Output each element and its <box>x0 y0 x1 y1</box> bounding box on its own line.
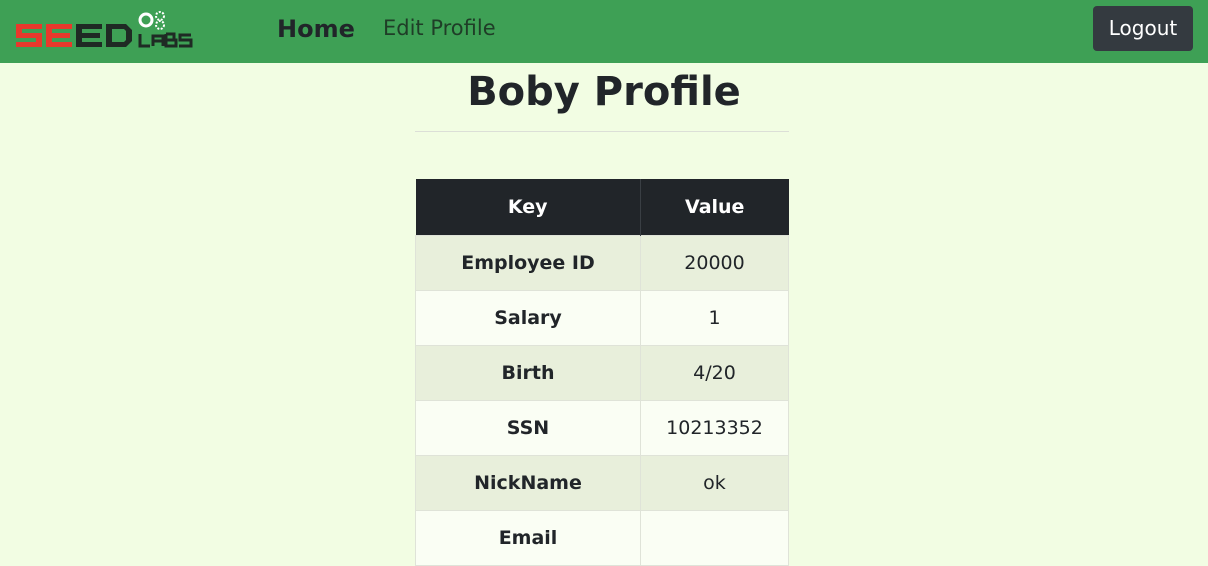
title-divider <box>415 131 789 132</box>
navbar: Home Edit Profile Logout <box>0 0 1208 63</box>
table-header-row: Key Value <box>415 179 789 236</box>
row-value <box>640 510 789 566</box>
nav-home-link[interactable]: Home <box>277 14 355 44</box>
nav-edit-profile-link[interactable]: Edit Profile <box>383 14 496 42</box>
logout-button[interactable]: Logout <box>1093 6 1193 51</box>
column-header-value: Value <box>640 179 789 236</box>
row-key: Birth <box>415 345 641 401</box>
logo-labs-text <box>138 32 193 48</box>
row-value: 1 <box>640 290 789 346</box>
row-value: 20000 <box>640 235 789 291</box>
seed-labs-logo[interactable] <box>14 10 214 52</box>
row-key: SSN <box>415 400 641 456</box>
table-row: SSN 10213352 <box>415 400 789 456</box>
table-row: Email <box>415 510 789 566</box>
column-header-key: Key <box>415 179 641 236</box>
page-title: Boby Profile <box>467 69 741 115</box>
row-value: ok <box>640 455 789 511</box>
gear-icon <box>138 11 165 30</box>
row-value: 4/20 <box>640 345 789 401</box>
row-key: Employee ID <box>415 235 641 291</box>
table-row: Birth 4/20 <box>415 345 789 401</box>
row-key: NickName <box>415 455 641 511</box>
table-row: NickName ok <box>415 455 789 511</box>
profile-table: Key Value Employee ID 20000 Salary 1 Bir… <box>415 179 789 566</box>
row-value: 10213352 <box>640 400 789 456</box>
logo-seed-text <box>16 24 132 47</box>
row-key: Email <box>415 510 641 566</box>
table-row: Salary 1 <box>415 290 789 346</box>
table-row: Employee ID 20000 <box>415 235 789 291</box>
row-key: Salary <box>415 290 641 346</box>
